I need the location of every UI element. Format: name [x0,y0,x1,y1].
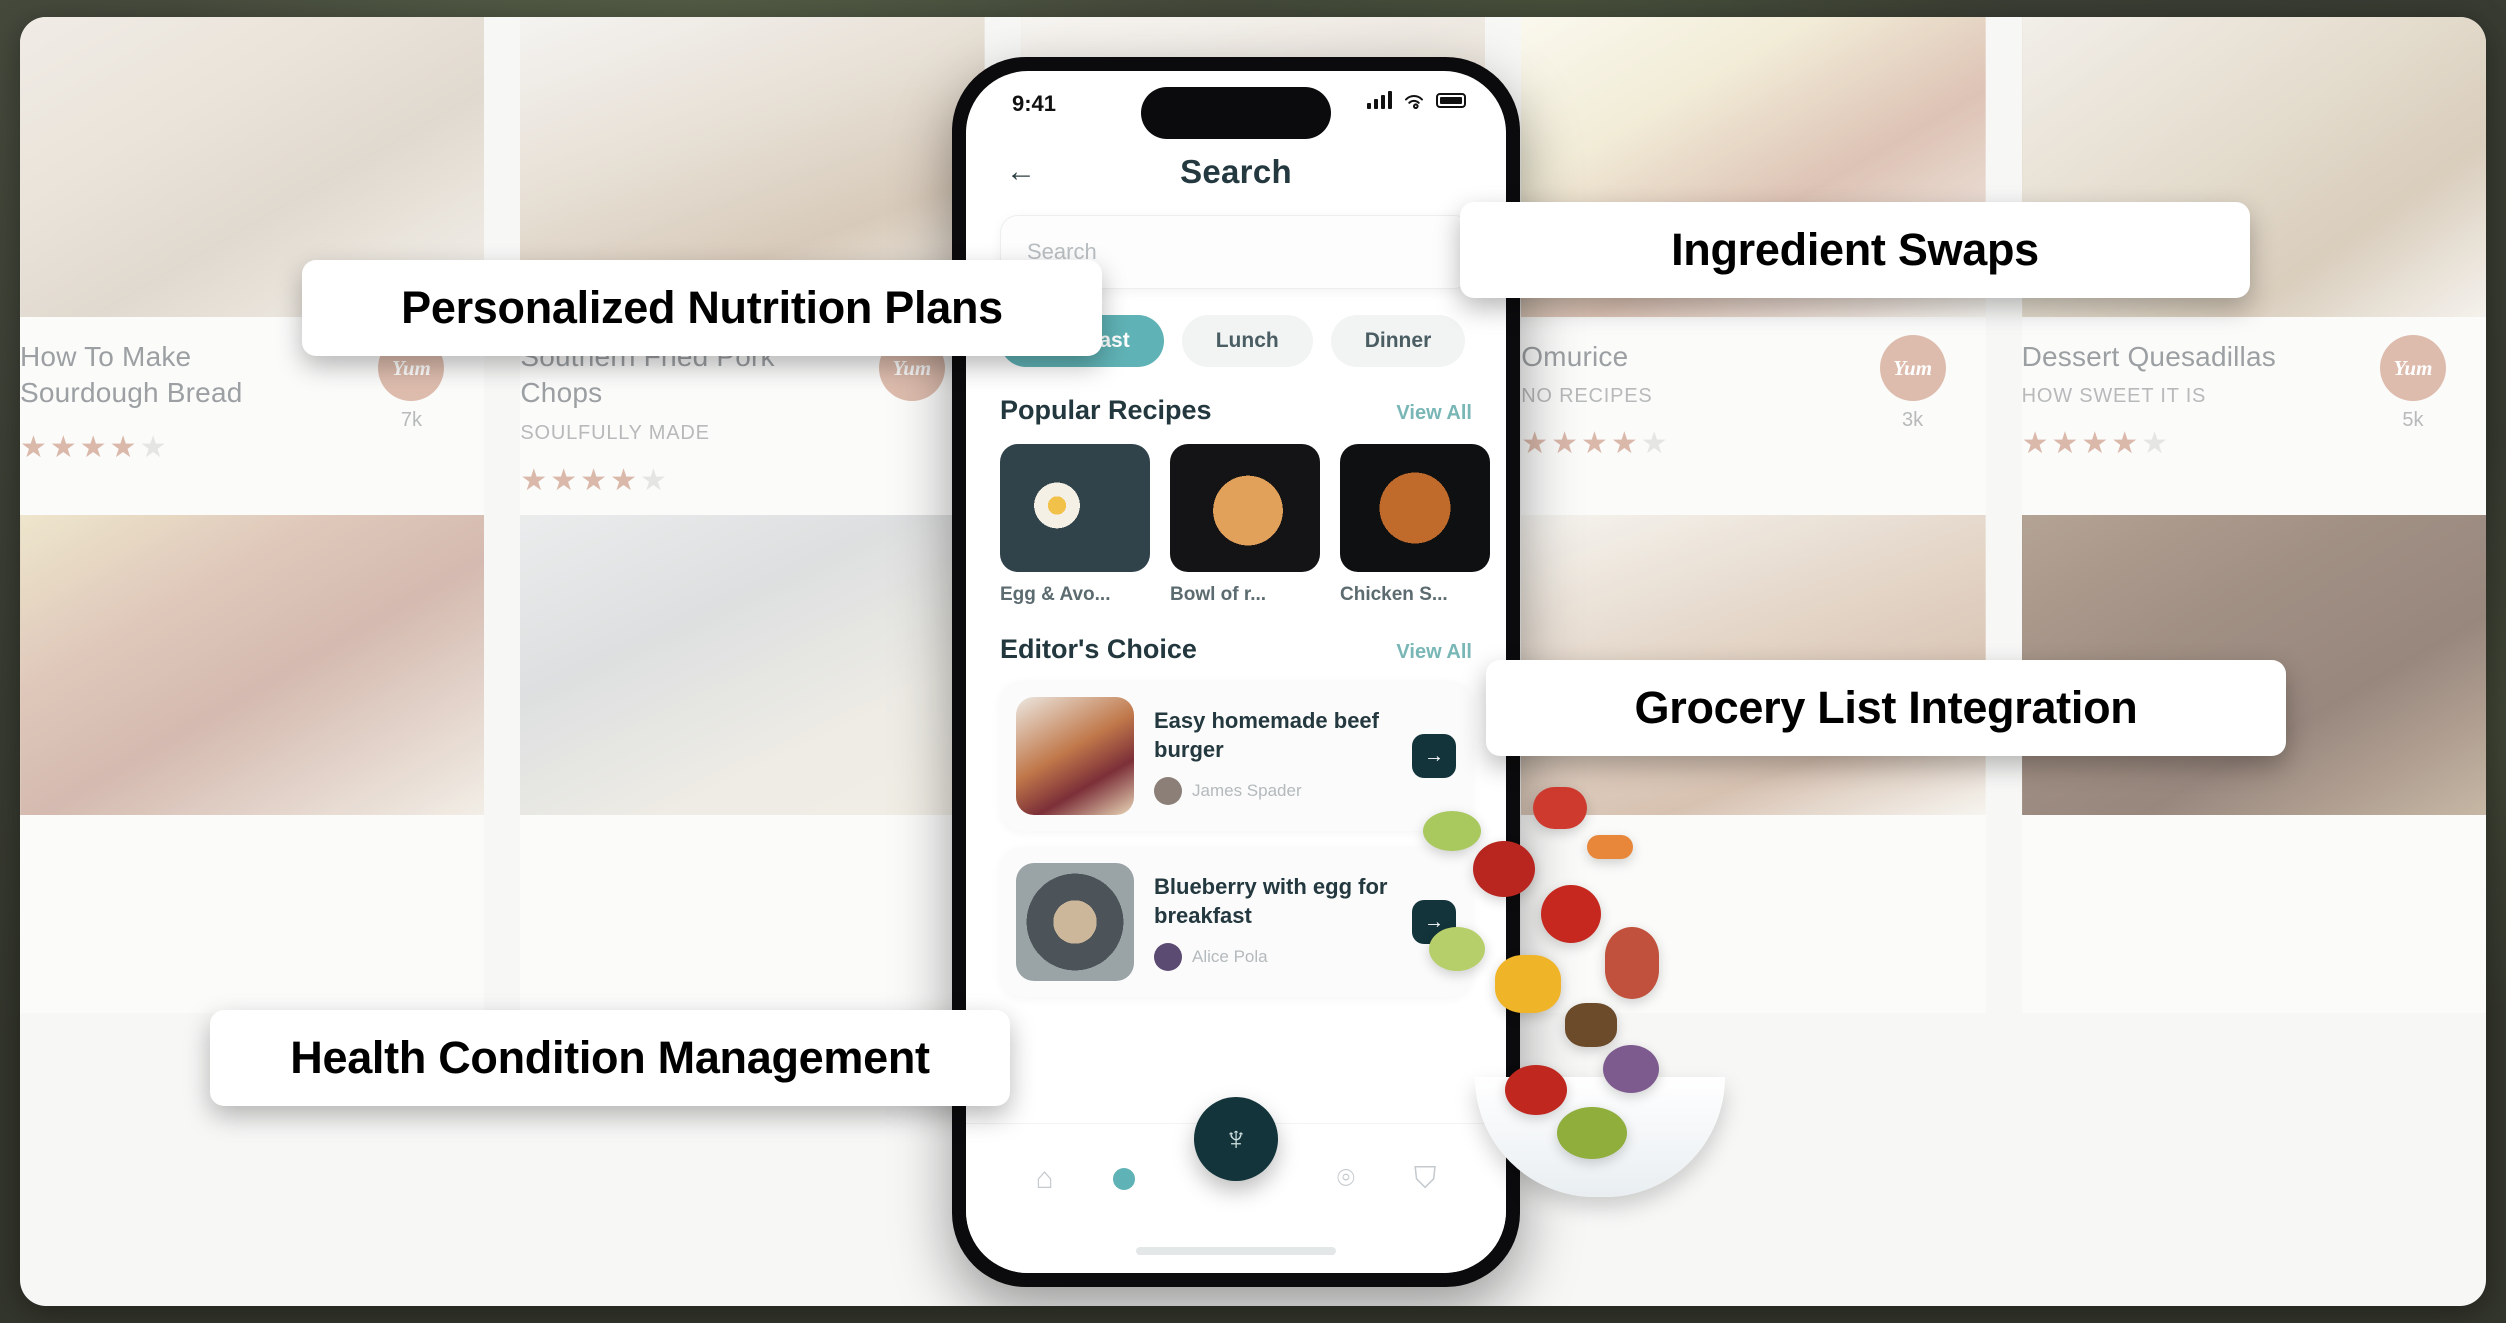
yum-badge[interactable]: Yum 5k [2379,335,2446,432]
recipe-photo [20,515,485,815]
profile-icon[interactable]: ⛉ [1414,1162,1437,1196]
callout-label: Ingredient Swaps [1671,224,2039,275]
recipe-meta [520,815,984,1013]
yum-icon: Yum [1879,335,1946,401]
recipe-tile[interactable] [20,515,485,1013]
recipe-meta [2022,815,2486,1013]
popular-recipe-card[interactable]: Chicken S... [1340,444,1490,606]
recipe-source: SOULFULLY MADE [520,421,710,444]
callout-label: Health Condition Management [290,1032,930,1083]
screenshot-root: How To Make Sourdough Bread ★★★★★ Yum 7k Sou… [0,0,2506,1323]
popular-recipe-label: Bowl of r... [1170,584,1267,605]
filter-chip-lunch[interactable]: Lunch [1181,315,1313,367]
yum-count: 7k [400,409,422,431]
status-icons [1367,91,1466,109]
yum-icon: Yum [2379,335,2446,401]
recipe-tile[interactable] [1521,515,1986,1013]
home-icon[interactable]: ⌂ [1036,1162,1054,1196]
yum-count: 3k [1902,409,1924,431]
status-bar: 9:41 [966,71,1506,139]
yum-count: 5k [2402,409,2424,431]
status-time: 9:41 [1012,91,1057,116]
screen-header: ← Search [966,135,1506,201]
author-name: Alice Pola [1192,946,1268,966]
callout-label: Grocery List Integration [1634,682,2138,733]
editors-choice-body: Blueberry with egg for breakfast Alice Po… [1154,873,1392,971]
editors-choice-author: James Spader [1154,776,1392,805]
phone-screen: 9:41 ← Search Search Lunch Dinner Popula… [966,71,1506,1273]
recipe-tile[interactable] [520,515,985,1013]
yum-badge[interactable]: Yum 3k [1879,335,1946,432]
avatar [1154,942,1182,971]
editors-choice-author: Alice Pola [1154,942,1392,971]
popular-recipe-card[interactable]: Egg & Avo... [1000,444,1150,606]
popular-recipe-label: Chicken S... [1340,584,1448,605]
recipe-title: Omurice [1521,341,1629,372]
recipe-meta [20,815,484,1013]
editors-title: Editor's Choice [1000,634,1197,664]
popular-recipe-image [1170,444,1320,572]
popular-section-header: Popular Recipes View All [966,367,1506,426]
editors-view-all-link[interactable]: View All [1396,641,1472,664]
back-arrow-icon[interactable]: ← [1006,155,1050,189]
author-name: James Spader [1192,780,1302,800]
editors-choice-card[interactable]: Blueberry with egg for breakfast Alice Po… [1000,847,1472,997]
popular-title: Popular Recipes [1000,395,1212,425]
recipe-title: Dessert Quesadillas [2021,341,2276,372]
arrow-right-icon[interactable]: → [1412,734,1456,778]
recipe-tile[interactable] [2021,515,2486,1013]
editors-choice-title: Easy homemade beef burger [1154,708,1379,762]
popular-recipe-card[interactable]: Bowl of r... [1170,444,1320,606]
callout-health-condition-management: Health Condition Management [210,1010,1010,1106]
callout-grocery-list-integration: Grocery List Integration [1486,660,2286,756]
callout-ingredient-swaps: Ingredient Swaps [1460,202,2250,298]
callout-label: Personalized Nutrition Plans [401,282,1003,333]
popular-view-all-link[interactable]: View All [1396,402,1472,425]
battery-icon [1436,92,1466,108]
recipe-meta [1521,815,1985,1013]
home-indicator [1136,1247,1336,1255]
recipe-photo [520,515,985,815]
page-card: How To Make Sourdough Bread ★★★★★ Yum 7k Sou… [20,17,2486,1306]
editors-choice-image [1016,863,1134,981]
editors-choice-list: Easy homemade beef burger James Spader → Bl… [966,681,1506,997]
popular-recipe-label: Egg & Avo... [1000,584,1111,605]
editors-choice-card[interactable]: Easy homemade beef burger James Spader → [1000,681,1472,831]
popular-recipe-image [1340,444,1490,572]
arrow-right-icon[interactable]: → [1412,900,1456,944]
rating-stars: ★★★★★ [520,463,670,497]
page-title: Search [1180,153,1292,190]
editors-choice-body: Easy homemade beef burger James Spader [1154,707,1392,805]
editors-section-header: Editor's Choice View All [966,606,1506,665]
wifi-icon [1405,95,1423,109]
search-dot-icon[interactable] [1112,1167,1135,1190]
phone-mockup: 9:41 ← Search Search Lunch Dinner Popula… [952,57,1520,1287]
bell-icon[interactable]: ⌾ [1337,1162,1355,1196]
popular-recipes-row: Egg & Avo... Bowl of r... Chicken S... [966,426,1506,606]
filter-chip-dinner[interactable]: Dinner [1330,315,1466,367]
callout-personalized-nutrition-plans: Personalized Nutrition Plans [302,260,1102,356]
chef-hat-icon[interactable]: ♆ [1194,1097,1278,1181]
recipe-title: How To Make Sourdough Bread [20,341,243,409]
avatar [1154,776,1182,805]
dynamic-island [1141,87,1331,139]
editors-choice-image [1016,697,1134,815]
signal-bars-icon [1367,91,1392,109]
rating-stars: ★★★★★ [20,430,170,464]
popular-recipe-image [1000,444,1150,572]
editors-choice-title: Blueberry with egg for breakfast [1154,874,1388,928]
